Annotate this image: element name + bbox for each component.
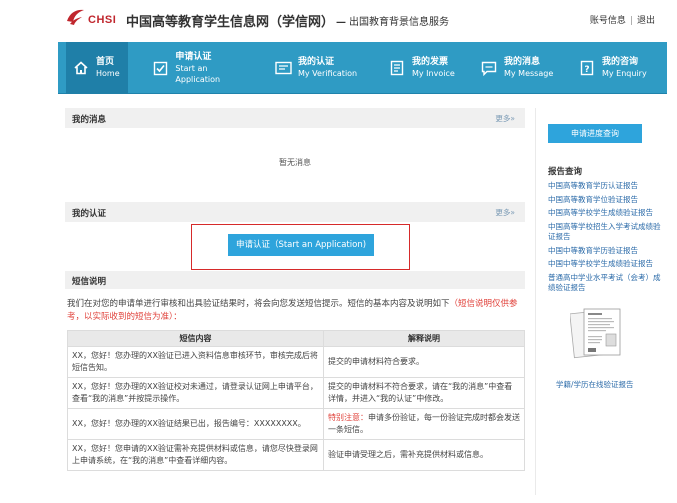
sms-title: 短信说明 [72,277,107,287]
nav-my-verification-en: My Verification [298,69,358,78]
report-link[interactable]: 中国高等学校招生入学考试成绩验证报告 [548,222,663,243]
sms-explain-cell: 提交的申请材料不符合要求，请在“我的消息”中查看详情，并进入“我的认证”中修改。 [323,377,525,409]
messages-panel-header: 我的消息 更多» [65,108,525,128]
nav-my-message[interactable]: 我的消息 My Message [480,42,572,94]
top-links: 账号信息 | 退出 [590,13,655,26]
nav-home-cn: 首页 [96,57,115,67]
sms-content-cell: XX，您好！您办理的XX验证已进入资料信息审核环节，审核完成后将短信告知。 [67,346,324,378]
svg-text:?: ? [584,65,589,75]
chsi-logo-icon[interactable] [64,6,86,28]
sms-col-explain: 解释说明 [323,330,525,347]
verification-title: 我的认证 [72,209,107,219]
sms-content-cell: XX，您好！您办理的XX验证结果已出，报告编号：XXXXXXXX。 [67,408,324,440]
verification-panel-header: 我的认证 更多» [65,202,525,222]
home-icon [72,59,90,77]
nav-my-enquiry-cn: 我的咨询 [602,57,639,67]
no-messages-text: 暂无消息 [279,158,311,167]
invoice-icon [388,59,406,77]
nav-start-application-cn: 申请认证 [175,51,212,62]
sms-table-header: 短信内容 解释说明 [67,330,525,347]
messages-more-link[interactable]: 更多» [495,113,515,124]
table-row: XX，您好！您申请的XX验证需补充提供材料或信息，请您尽快登录网上申请系统，在“… [67,439,525,471]
nav-my-invoice-en: My Invoice [412,69,455,78]
special-note-label: 特别注意： [328,413,368,422]
online-verification-report-link[interactable]: 学籍/学历在线验证报告 [556,379,634,390]
nav-my-invoice[interactable]: 我的发票 My Invoice [388,42,478,94]
table-row: XX，您好！您办理的XX验证已进入资料信息审核环节，审核完成后将短信告知。 提交… [67,346,525,378]
logo-text: CHSI [88,14,117,26]
sms-explain-cell: 提交的申请材料符合要求。 [323,346,525,378]
nav-start-application-en: Start an Application [175,63,221,84]
logout-link[interactable]: 退出 [637,16,655,26]
report-links: 中国高等教育学历认证报告 中国高等教育学位验证报告 中国高等学校学生成绩验证报告… [548,181,663,297]
progress-query-button[interactable]: 申请进度查询 [548,124,642,143]
nav-my-message-cn: 我的消息 [504,57,541,67]
report-link[interactable]: 中国高等教育学历认证报告 [548,181,663,192]
verification-more-link[interactable]: 更多» [495,207,515,218]
subtitle-dash: — [336,17,346,28]
message-icon [480,59,498,77]
sms-content-cell: XX，您好！您申请的XX验证需补充提供材料或信息，请您尽快登录网上申请系统，在“… [67,439,324,471]
table-row: XX，您好！您办理的XX验证校对未通过，请登录认证网上申请平台，查看“我的消息”… [67,377,525,409]
certificate-icon [274,59,292,77]
sms-explain-cell: 验证申请受理之后，需补充提供材料或信息。 [323,439,525,471]
subtitle-text: 出国教育背景信息服务 [349,17,449,28]
site-title: 中国高等教育学生信息网（学信网） [126,15,335,30]
sms-explain-cell: 特别注意：申请多份验证，每一份验证完成时都会发送一条短信。 [323,408,525,440]
nav-home-en: Home [96,69,120,78]
sms-panel-header: 短信说明 [65,271,525,289]
report-link[interactable]: 中国高等教育学位验证报告 [548,195,663,206]
messages-title: 我的消息 [72,115,107,125]
start-application-button[interactable]: 申请认证（Start an Application) [228,234,374,256]
nav-my-verification-cn: 我的认证 [298,57,335,67]
site-subtitle: — 出国教育背景信息服务 [336,13,449,28]
checkbox-icon [152,59,169,77]
main-nav: 首页 Home 申请认证 Start an Application 我的认证 My V… [58,42,667,94]
certificate-document-icon[interactable] [570,306,624,360]
site-header: CHSI 中国高等教育学生信息网（学信网） — 出国教育背景信息服务 账号信息 | 退… [0,0,677,40]
report-link[interactable]: 普通高中学业水平考试（会考）成绩验证报告 [548,273,663,294]
nav-my-message-en: My Message [504,69,554,78]
table-row: XX，您好！您办理的XX验证结果已出，报告编号：XXXXXXXX。 特别注意：申… [67,408,525,440]
apply-highlight-box: 申请认证（Start an Application) [191,224,410,270]
sms-table: 短信内容 解释说明 XX，您好！您办理的XX验证已进入资料信息审核环节，审核完成… [67,330,525,471]
question-icon: ? [578,59,596,77]
reports-title: 报告查询 [548,167,583,177]
top-link-separator: | [629,16,633,26]
sms-content-cell: XX，您好！您办理的XX验证校对未通过，请登录认证网上申请平台，查看“我的消息”… [67,377,324,409]
nav-my-invoice-cn: 我的发票 [412,57,449,67]
account-info-link[interactable]: 账号信息 [590,16,626,26]
nav-home[interactable]: 首页 Home [66,42,128,94]
nav-start-application[interactable]: 申请认证 Start an Application [152,42,252,94]
sms-description: 我们在对您的申请单进行审核和出具验证结果时，将会向您发送短信提示。短信的基本内容… [67,298,525,324]
nav-my-verification[interactable]: 我的认证 My Verification [274,42,374,94]
nav-my-enquiry[interactable]: ? 我的咨询 My Enquiry [578,42,666,94]
report-link[interactable]: 中国中等教育学历验证报告 [548,246,663,257]
nav-my-enquiry-en: My Enquiry [602,69,647,78]
report-link[interactable]: 中国高等学校学生成绩验证报告 [548,208,663,219]
report-link[interactable]: 中国中等学校学生成绩验证报告 [548,259,663,270]
sidebar: 申请进度查询 报告查询 中国高等教育学历认证报告 中国高等教育学位验证报告 中国… [535,108,667,495]
sms-description-main: 我们在对您的申请单进行审核和出具验证结果时，将会向您发送短信提示。短信的基本内容… [67,299,450,309]
sms-col-content: 短信内容 [67,330,324,347]
